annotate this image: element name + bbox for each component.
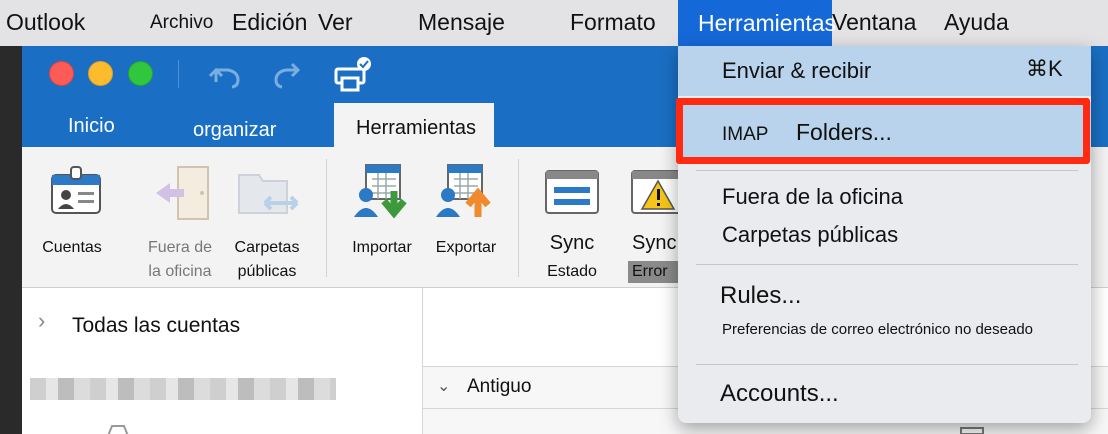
menu-item-rules[interactable]: Rules... <box>720 282 801 310</box>
ribbon-separator <box>326 159 327 277</box>
blurred-account-name <box>30 378 336 400</box>
sync-status-icon <box>545 170 599 214</box>
menu-item-fuera-de-la-oficina[interactable]: Fuera de la oficina <box>722 184 903 210</box>
trash-icon[interactable] <box>959 426 985 434</box>
redo-icon[interactable] <box>270 60 306 90</box>
tab-herramientas-label: Herramientas <box>356 117 477 139</box>
carpetas-label-1: Carpetas <box>234 239 300 256</box>
menu-separator <box>696 264 1078 265</box>
menu-separator <box>696 170 1078 171</box>
sync-estado-label-2: Estado <box>547 263 597 280</box>
sync-estado-button[interactable]: Sync Estado <box>530 147 614 287</box>
menu-ayuda[interactable]: Ayuda <box>944 9 1009 36</box>
menu-item-carpetas-publicas[interactable]: Carpetas públicas <box>722 222 898 248</box>
import-icon <box>354 164 407 219</box>
chevron-right-icon[interactable]: › <box>38 308 45 334</box>
fuera-label-1: Fuera de <box>147 239 213 256</box>
print-icon[interactable] <box>332 54 372 94</box>
chevron-down-icon[interactable]: ⌄ <box>437 376 450 396</box>
sync-estado-label-1: Sync <box>549 232 595 254</box>
menu-item-accounts[interactable]: Accounts... <box>720 380 839 408</box>
carpetas-label-2: públicas <box>237 263 297 280</box>
cuentas-button[interactable]: Cuentas <box>32 147 112 287</box>
ribbon-separator <box>518 159 519 277</box>
toolbar-divider <box>178 60 179 88</box>
menu-herramientas[interactable]: Herramientas <box>678 0 836 46</box>
carpetas-publicas-button[interactable]: Carpetas públicas <box>227 147 307 287</box>
undo-icon[interactable] <box>208 60 244 90</box>
exportar-label: Exportar <box>435 239 497 256</box>
minimize-window-button[interactable] <box>88 61 113 86</box>
menu-formato[interactable]: Formato <box>570 9 656 36</box>
menu-separator <box>696 364 1078 365</box>
folder-sidebar: › Todas las cuentas <box>22 288 423 434</box>
accounts-card-icon <box>51 166 101 214</box>
close-window-button[interactable] <box>49 61 74 86</box>
shortcut-cmd-k: ⌘K <box>1026 56 1063 81</box>
exportar-button[interactable]: Exportar <box>424 147 508 287</box>
folder-icon <box>107 425 129 434</box>
importar-label: Importar <box>352 239 412 256</box>
menu-ventana[interactable]: Ventana <box>832 9 916 36</box>
tab-herramientas[interactable]: Herramientas <box>334 103 494 147</box>
menu-mensaje[interactable]: Mensaje <box>418 9 505 36</box>
all-accounts-label[interactable]: Todas las cuentas <box>72 314 240 338</box>
menu-archivo[interactable]: Archivo <box>150 12 213 34</box>
fuera-de-la-oficina-button[interactable]: Fuera de la oficina <box>140 147 220 287</box>
menu-item-enviar-recibir[interactable]: Enviar & recibir ⌘K <box>678 46 1091 96</box>
cuentas-label: Cuentas <box>42 239 102 256</box>
menu-item-junk-preferences[interactable]: Preferencias de correo electrónico no de… <box>722 321 1033 338</box>
menu-ver[interactable]: Ver <box>318 9 353 36</box>
export-icon <box>436 164 491 217</box>
red-highlight-box <box>676 98 1090 164</box>
menu-edicion[interactable]: Edición <box>232 9 307 36</box>
herramientas-dropdown-menu: Enviar & recibir ⌘K IMAP Folders... Fuer… <box>676 46 1091 423</box>
menu-app-outlook[interactable]: Outlook <box>6 9 85 36</box>
fuera-label-2: la oficina <box>148 263 212 280</box>
menu-bar: Outlook Archivo Edición Ver Mensaje Form… <box>0 0 1108 46</box>
zoom-window-button[interactable] <box>128 61 153 86</box>
sync-error-label-1: Sync <box>632 232 677 254</box>
importar-button[interactable]: Importar <box>340 147 424 287</box>
public-folders-icon <box>238 174 299 214</box>
out-of-office-door-icon <box>156 166 209 220</box>
enviar-recibir-label: Enviar & recibir <box>722 58 872 83</box>
tab-inicio[interactable]: Inicio <box>68 115 115 138</box>
tab-organizar[interactable]: organizar <box>193 119 276 142</box>
sort-antiguo-label[interactable]: Antiguo <box>467 376 531 398</box>
